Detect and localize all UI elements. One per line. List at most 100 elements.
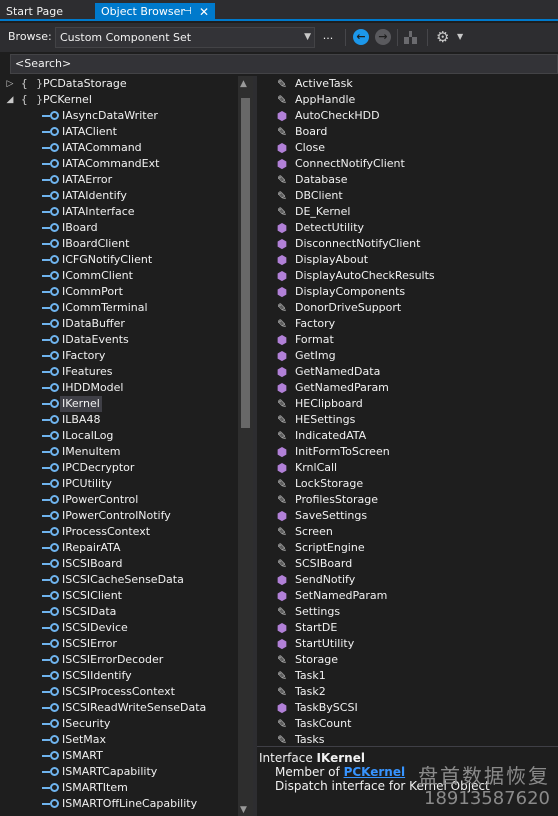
tree-item[interactable]: IPCDecryptor: [0, 460, 238, 476]
back-button[interactable]: ←: [353, 29, 369, 45]
member-of-link[interactable]: PCKernel: [344, 765, 406, 779]
tree-item[interactable]: ILocalLog: [0, 428, 238, 444]
tree-item[interactable]: ISCSIClient: [0, 588, 238, 604]
member-item[interactable]: ✎ ActiveTask: [257, 76, 558, 92]
member-item[interactable]: ✎ Storage: [257, 652, 558, 668]
scroll-up-icon[interactable]: ▲: [240, 79, 247, 89]
member-item[interactable]: ✎ HEClipboard: [257, 396, 558, 412]
tab-object-browser[interactable]: Object Browser ⊣ ✕: [95, 3, 215, 21]
close-icon[interactable]: ✕: [199, 3, 209, 21]
collapse-icon[interactable]: ◢: [5, 92, 15, 108]
tab-start-page[interactable]: Start Page: [0, 3, 69, 21]
member-item[interactable]: ⬢ StartUtility: [257, 636, 558, 652]
tree-item[interactable]: ISCSIError: [0, 636, 238, 652]
member-item[interactable]: ✎ Task2: [257, 684, 558, 700]
member-item[interactable]: ✎ IndicatedATA: [257, 428, 558, 444]
member-item[interactable]: ⬢ DisplayAutoCheckResults: [257, 268, 558, 284]
member-item[interactable]: ✎ LockStorage: [257, 476, 558, 492]
tree-item[interactable]: ISCSIReadWriteSenseData: [0, 700, 238, 716]
tree-item[interactable]: IPowerControl: [0, 492, 238, 508]
member-item[interactable]: ⬢ SetNamedParam: [257, 588, 558, 604]
tree-item[interactable]: ICommTerminal: [0, 300, 238, 316]
member-item[interactable]: ⬢ SaveSettings: [257, 508, 558, 524]
member-item[interactable]: ✎ Settings: [257, 604, 558, 620]
forward-button[interactable]: →: [375, 29, 391, 45]
member-item[interactable]: ✎ HESettings: [257, 412, 558, 428]
scroll-down-icon[interactable]: ▼: [240, 805, 247, 815]
member-item[interactable]: ✎ TaskCount: [257, 716, 558, 732]
tree-item[interactable]: ISMART: [0, 748, 238, 764]
tree-item[interactable]: ICFGNotifyClient: [0, 252, 238, 268]
tree-item[interactable]: ISCSIProcessContext: [0, 684, 238, 700]
member-item[interactable]: ✎ ScriptEngine: [257, 540, 558, 556]
tree-item[interactable]: IATAError: [0, 172, 238, 188]
tree-item[interactable]: IFactory: [0, 348, 238, 364]
member-item[interactable]: ⬢ DetectUtility: [257, 220, 558, 236]
tree-namespace[interactable]: ◢ { } PCKernel: [0, 92, 238, 108]
tree-item[interactable]: IATAInterface: [0, 204, 238, 220]
tree-item[interactable]: IHDDModel: [0, 380, 238, 396]
member-item[interactable]: ⬢ DisconnectNotifyClient: [257, 236, 558, 252]
member-item[interactable]: ⬢ Close: [257, 140, 558, 156]
member-item[interactable]: ✎ DE_Kernel: [257, 204, 558, 220]
member-item[interactable]: ✎ Database: [257, 172, 558, 188]
tree-item[interactable]: IATAClient: [0, 124, 238, 140]
member-item[interactable]: ⬢ GetImg: [257, 348, 558, 364]
tree-item[interactable]: ISCSIData: [0, 604, 238, 620]
tree-item[interactable]: IATAIdentify: [0, 188, 238, 204]
member-item[interactable]: ✎ DonorDriveSupport: [257, 300, 558, 316]
search-input[interactable]: <Search>: [10, 54, 558, 74]
tree-item[interactable]: IPCUtility: [0, 476, 238, 492]
member-item[interactable]: ⬢ InitFormToScreen: [257, 444, 558, 460]
settings-dropdown-arrow-icon[interactable]: ▼: [457, 32, 463, 41]
member-item[interactable]: ✎ SCSIBoard: [257, 556, 558, 572]
member-item[interactable]: ⬢ AutoCheckHDD: [257, 108, 558, 124]
member-item[interactable]: ⬢ StartDE: [257, 620, 558, 636]
tree-item[interactable]: IKernel: [0, 396, 238, 412]
tree-item[interactable]: IPowerControlNotify: [0, 508, 238, 524]
tree-item[interactable]: IBoard: [0, 220, 238, 236]
member-item[interactable]: ⬢ GetNamedParam: [257, 380, 558, 396]
objects-tree-scrollbar[interactable]: ▲ ▼: [238, 76, 253, 816]
member-item[interactable]: ✎ AppHandle: [257, 92, 558, 108]
tree-item[interactable]: IAsyncDataWriter: [0, 108, 238, 124]
settings-gear-icon[interactable]: ⚙: [436, 29, 452, 45]
member-item[interactable]: ⬢ ConnectNotifyClient: [257, 156, 558, 172]
tree-item[interactable]: ISetMax: [0, 732, 238, 748]
tree-item[interactable]: ICommClient: [0, 268, 238, 284]
tree-item[interactable]: IProcessContext: [0, 524, 238, 540]
tree-item[interactable]: IFeatures: [0, 364, 238, 380]
tree-item[interactable]: ISMARTCapability: [0, 764, 238, 780]
tree-item[interactable]: IDataBuffer: [0, 316, 238, 332]
edit-custom-component-set-button[interactable]: ...: [321, 29, 335, 42]
tree-namespace[interactable]: ▷ { } PCDataStorage: [0, 76, 238, 92]
tree-item[interactable]: ISMARTItem: [0, 780, 238, 796]
member-item[interactable]: ✎ Screen: [257, 524, 558, 540]
tree-item[interactable]: ISCSIIdentify: [0, 668, 238, 684]
tree-item[interactable]: ISMARTOffLineCapability: [0, 796, 238, 812]
tree-item[interactable]: IATACommand: [0, 140, 238, 156]
add-to-references-button[interactable]: [403, 29, 419, 45]
tree-item[interactable]: ISCSIDevice: [0, 620, 238, 636]
member-item[interactable]: ⬢ GetNamedData: [257, 364, 558, 380]
pin-icon[interactable]: ⊣: [183, 3, 192, 21]
member-item[interactable]: ✎ Board: [257, 124, 558, 140]
tree-item[interactable]: IMenuItem: [0, 444, 238, 460]
tree-item[interactable]: ISCSIBoard: [0, 556, 238, 572]
member-item[interactable]: ✎ Task1: [257, 668, 558, 684]
tree-item[interactable]: ISCSICacheSenseData: [0, 572, 238, 588]
member-item[interactable]: ✎ Tasks: [257, 732, 558, 746]
tree-item[interactable]: IRepairATA: [0, 540, 238, 556]
expand-icon[interactable]: ▷: [5, 76, 15, 92]
member-item[interactable]: ✎ ProfilesStorage: [257, 492, 558, 508]
tree-item[interactable]: IDataEvents: [0, 332, 238, 348]
tree-item[interactable]: IATACommandExt: [0, 156, 238, 172]
tree-item[interactable]: ICommPort: [0, 284, 238, 300]
member-item[interactable]: ⬢ DisplayAbout: [257, 252, 558, 268]
member-item[interactable]: ⬢ SendNotify: [257, 572, 558, 588]
tree-item[interactable]: IBoardClient: [0, 236, 238, 252]
member-item[interactable]: ⬢ DisplayComponents: [257, 284, 558, 300]
tree-item[interactable]: ISCSIErrorDecoder: [0, 652, 238, 668]
browse-scope-dropdown[interactable]: Custom Component Set ▼: [55, 27, 315, 48]
member-item[interactable]: ✎ DBClient: [257, 188, 558, 204]
